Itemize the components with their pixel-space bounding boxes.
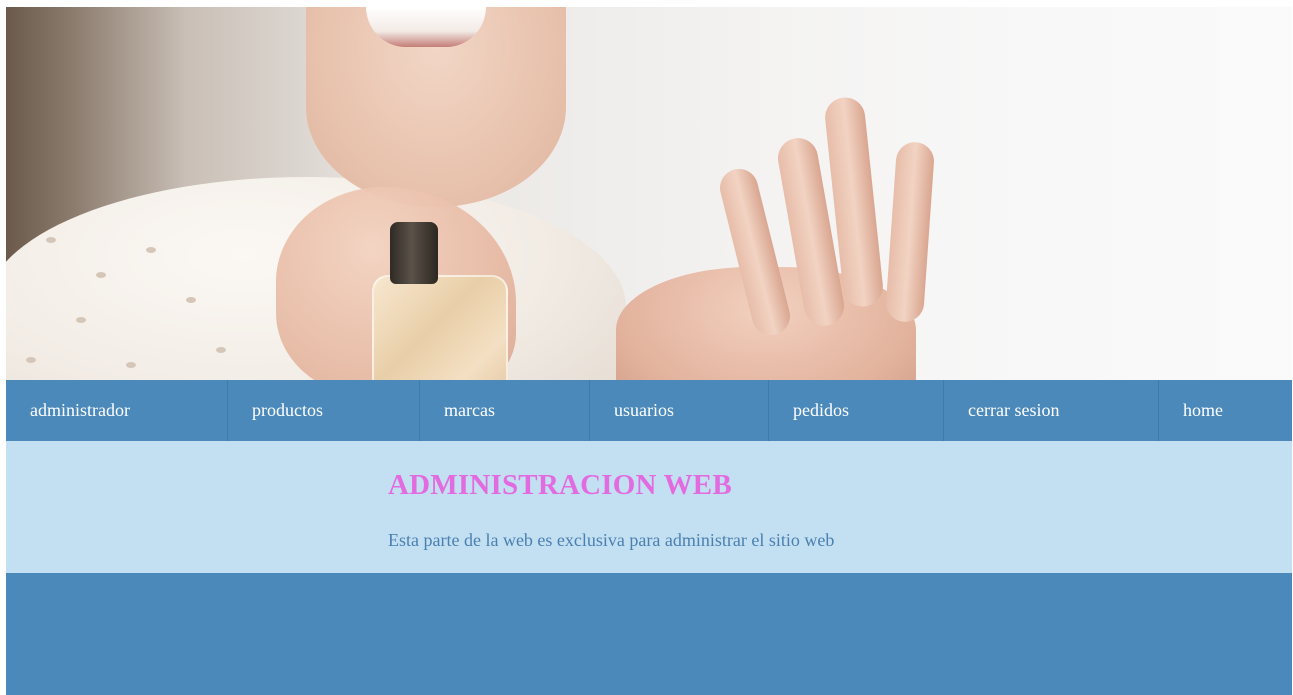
- main-navigation: administrador productos marcas usuarios …: [6, 380, 1292, 441]
- nav-item-pedidos[interactable]: pedidos: [769, 380, 944, 441]
- perfume-cap-shape: [390, 222, 438, 284]
- footer: [6, 573, 1292, 695]
- nav-item-marcas[interactable]: marcas: [420, 380, 590, 441]
- nav-item-home[interactable]: home: [1159, 380, 1292, 441]
- nav-item-label: cerrar sesion: [968, 400, 1060, 420]
- nav-item-label: administrador: [30, 400, 130, 420]
- page: administrador productos marcas usuarios …: [6, 7, 1292, 695]
- page-description: Esta parte de la web es exclusiva para a…: [388, 530, 835, 550]
- nav-item-usuarios[interactable]: usuarios: [590, 380, 769, 441]
- right-hand-shape: [606, 95, 966, 380]
- nav-item-label: productos: [252, 400, 323, 420]
- nav-item-cerrar-sesion[interactable]: cerrar sesion: [944, 380, 1159, 441]
- nav-item-label: usuarios: [614, 400, 674, 420]
- nav-item-label: marcas: [444, 400, 495, 420]
- perfume-bottle-shape: [372, 275, 508, 380]
- hero-banner-image: [6, 7, 1292, 380]
- nav-item-productos[interactable]: productos: [228, 380, 420, 441]
- page-title: ADMINISTRACION WEB: [388, 469, 732, 501]
- nav-item-label: home: [1183, 400, 1223, 420]
- nav-item-label: pedidos: [793, 400, 849, 420]
- nav-item-administrador[interactable]: administrador: [6, 380, 228, 441]
- admin-content-panel: ADMINISTRACION WEB Esta parte de la web …: [6, 441, 1292, 573]
